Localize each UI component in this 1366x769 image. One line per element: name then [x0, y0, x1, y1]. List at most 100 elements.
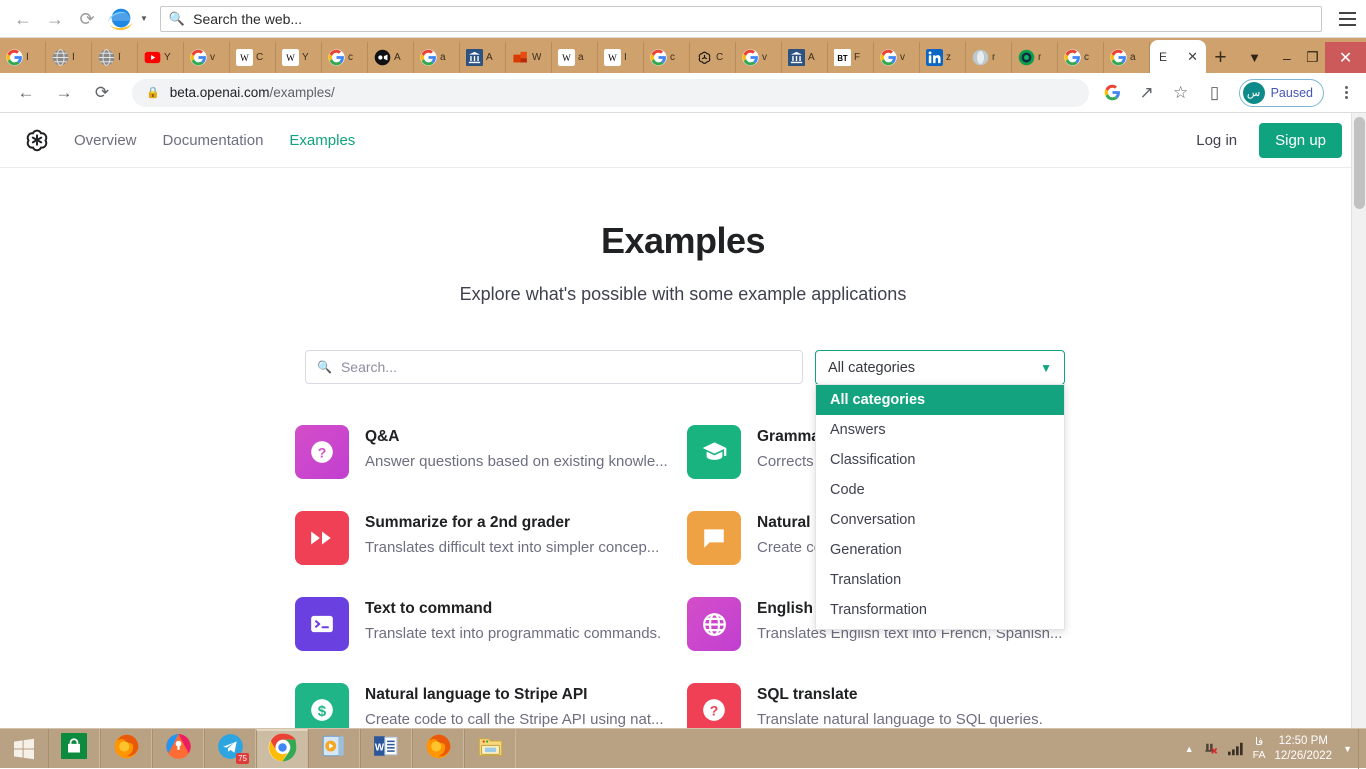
language-indicator[interactable]: فا FA [1253, 736, 1266, 762]
browser-tab[interactable]: a [414, 42, 460, 73]
example-card[interactable]: $Natural language to Stripe APICreate co… [295, 677, 687, 728]
browser-tab[interactable]: A [782, 42, 828, 73]
notification-chevron-down-icon[interactable]: ▼ [1343, 744, 1352, 754]
taskbar-item-firefox[interactable] [100, 729, 152, 768]
browser-tab[interactable]: WC [230, 42, 276, 73]
back-arrow-icon[interactable]: ← [8, 4, 38, 34]
show-desktop-button[interactable] [1358, 729, 1366, 769]
category-option[interactable]: Conversation [816, 505, 1064, 535]
example-card[interactable]: ?Q&AAnswer questions based on existing k… [295, 419, 687, 505]
language-native: فا [1253, 736, 1266, 749]
tab-title: F [854, 52, 860, 63]
browser-tab[interactable]: a [1104, 42, 1150, 73]
browser-tab[interactable]: r [966, 42, 1012, 73]
reload-icon[interactable]: ⟳ [86, 77, 118, 109]
signal-bars-icon[interactable] [1228, 742, 1244, 756]
example-card[interactable]: Text to commandTranslate text into progr… [295, 591, 687, 677]
window-restore-button[interactable]: ❐ [1300, 42, 1326, 73]
category-option[interactable]: Code [816, 475, 1064, 505]
new-tab-button[interactable]: + [1206, 42, 1235, 73]
category-option[interactable]: All categories [816, 385, 1064, 415]
browser-tab[interactable]: A [460, 42, 506, 73]
word-icon: W [373, 733, 399, 764]
three-dot-menu-icon[interactable] [1332, 77, 1360, 109]
close-icon[interactable]: ✕ [1187, 49, 1198, 65]
google-icon[interactable] [1097, 77, 1129, 109]
profile-paused-pill[interactable]: س Paused [1239, 79, 1324, 107]
login-link[interactable]: Log in [1196, 132, 1237, 149]
address-bar[interactable]: 🔒 beta.openai.com/examples/ [132, 79, 1089, 107]
nav-item-overview[interactable]: Overview [74, 132, 137, 149]
window-close-button[interactable]: ✕ [1325, 42, 1366, 73]
taskbar-item-avast[interactable] [152, 729, 204, 768]
browser-tab[interactable]: Î [46, 42, 92, 73]
tab-title: a [440, 52, 446, 63]
browser-tab[interactable]: WI [598, 42, 644, 73]
browser-tab[interactable]: Î [92, 42, 138, 73]
browser-tab[interactable]: c [322, 42, 368, 73]
active-tab[interactable]: E ✕ [1150, 40, 1206, 73]
side-panel-icon[interactable]: ▯ [1199, 77, 1231, 109]
network-disconnected-icon[interactable] [1203, 741, 1219, 756]
chevron-down-icon[interactable]: ▼ [140, 14, 148, 23]
share-icon[interactable]: ↗ [1131, 77, 1163, 109]
taskbar-item-microsoft-store[interactable] [48, 729, 100, 768]
signup-button[interactable]: Sign up [1259, 123, 1342, 158]
taskbar-item-media-player[interactable] [308, 729, 360, 768]
tab-title: C [256, 52, 263, 63]
browser-tab[interactable]: Wa [552, 42, 598, 73]
browser-tab[interactable]: A [368, 42, 414, 73]
forward-arrow-icon[interactable]: → [48, 77, 80, 109]
browser-tab[interactable]: Î [0, 42, 46, 73]
taskbar-item-file-explorer[interactable] [464, 729, 516, 768]
openai-icon [696, 49, 713, 66]
scrollbar-thumb[interactable] [1354, 117, 1365, 209]
category-option[interactable]: Generation [816, 535, 1064, 565]
browser-tab[interactable]: W [506, 42, 552, 73]
browser-tab[interactable]: v [736, 42, 782, 73]
taskbar-item-chrome[interactable] [256, 729, 308, 768]
browser-tab[interactable]: C [690, 42, 736, 73]
browser-tab[interactable]: c [644, 42, 690, 73]
window-minimize-button[interactable]: – [1274, 42, 1300, 73]
browser-tab[interactable]: z [920, 42, 966, 73]
tab-search-chevron-down-icon[interactable]: ▼ [1235, 42, 1274, 73]
avatar: س [1243, 82, 1265, 104]
web-search-input[interactable]: 🔍 Search the web... [160, 6, 1322, 32]
back-arrow-icon[interactable]: ← [10, 77, 42, 109]
taskbar-spacer [516, 729, 1185, 768]
star-icon[interactable]: ☆ [1165, 77, 1197, 109]
nav-item-examples[interactable]: Examples [289, 132, 355, 149]
browser-tab[interactable]: r [1012, 42, 1058, 73]
reload-icon[interactable]: ⟳ [72, 4, 102, 34]
filter-controls: 🔍 All categories ▼ All categoriesAnswers… [0, 350, 1366, 385]
internet-explorer-logo[interactable] [106, 4, 136, 34]
browser-tab[interactable]: Y [138, 42, 184, 73]
category-option[interactable]: Transformation [816, 595, 1064, 625]
page-scrollbar[interactable] [1351, 113, 1366, 728]
category-select[interactable]: All categories ▼ All categoriesAnswersCl… [815, 350, 1065, 385]
browser-tab[interactable]: v [184, 42, 230, 73]
show-hidden-icons-arrow[interactable]: ▲ [1185, 744, 1194, 754]
taskbar-item-microsoft-word[interactable]: W [360, 729, 412, 768]
hamburger-menu-icon[interactable] [1332, 0, 1366, 38]
browser-tab[interactable]: c [1058, 42, 1104, 73]
tab-title: z [946, 52, 951, 63]
taskbar-item-telegram[interactable]: 75 [204, 729, 256, 768]
windows-start-icon[interactable] [0, 729, 48, 768]
openai-logo[interactable] [22, 125, 52, 155]
clock[interactable]: 12:50 PM 12/26/2022 [1275, 734, 1335, 764]
browser-tab[interactable]: WY [276, 42, 322, 73]
category-option[interactable]: Classification [816, 445, 1064, 475]
browser-tab[interactable]: BTF [828, 42, 874, 73]
search-input-wrapper[interactable]: 🔍 [305, 350, 803, 384]
example-card[interactable]: ?SQL translateTranslate natural language… [687, 677, 1079, 728]
forward-arrow-icon[interactable]: → [40, 4, 70, 34]
search-input[interactable] [341, 359, 791, 375]
nav-item-documentation[interactable]: Documentation [163, 132, 264, 149]
taskbar-item-firefox-window[interactable] [412, 729, 464, 768]
category-option[interactable]: Translation [816, 565, 1064, 595]
browser-tab[interactable]: v [874, 42, 920, 73]
example-card[interactable]: Summarize for a 2nd graderTranslates dif… [295, 505, 687, 591]
category-option[interactable]: Answers [816, 415, 1064, 445]
